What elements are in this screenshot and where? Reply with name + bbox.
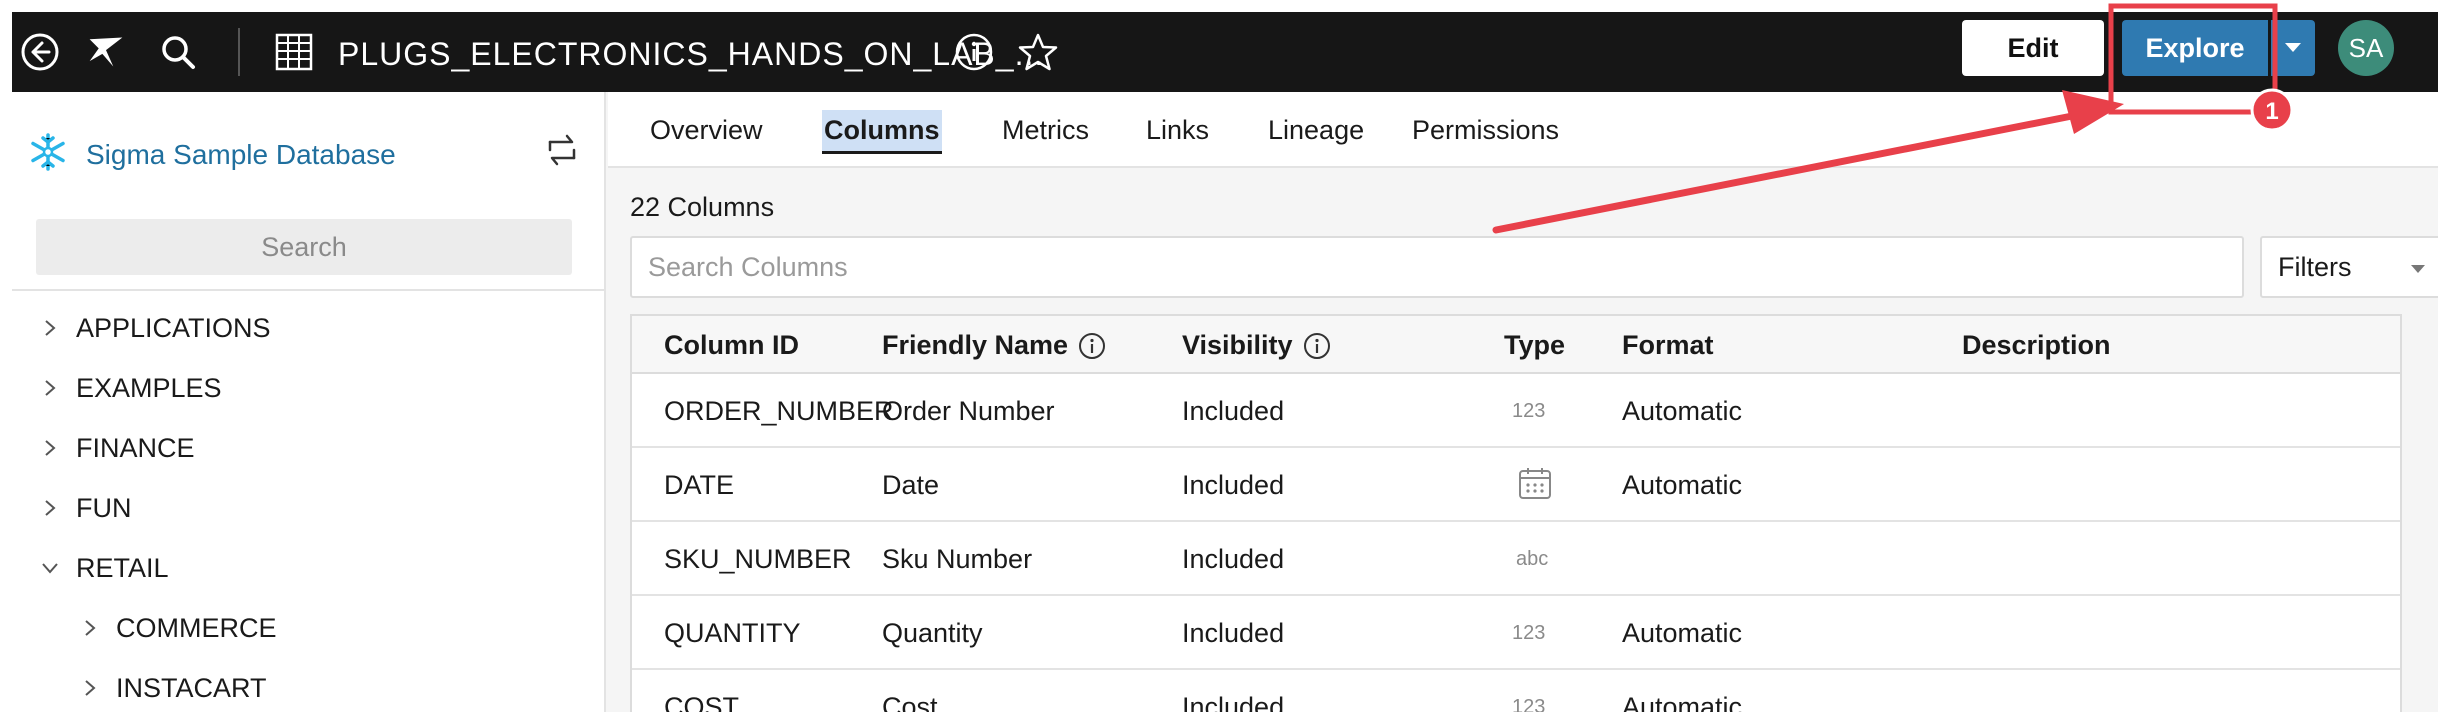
back-icon[interactable] [20, 32, 60, 72]
tree-item-retail[interactable]: RETAIL [40, 548, 169, 588]
chevron-right-icon[interactable] [80, 618, 100, 638]
tab-permissions[interactable]: Permissions [1412, 110, 1559, 154]
explore-dropdown-button[interactable] [2271, 20, 2315, 76]
type-number-icon: 123 [1512, 696, 1546, 712]
chevron-down-icon[interactable] [40, 558, 60, 578]
cell-friendly-name[interactable]: Quantity [882, 618, 983, 649]
type-number-icon: 123 [1512, 400, 1546, 422]
search-icon[interactable] [158, 32, 198, 72]
cell-visibility[interactable]: Included [1182, 396, 1284, 427]
favorite-star-icon[interactable] [1018, 32, 1058, 72]
tree-item-label: RETAIL [76, 552, 169, 583]
info-icon[interactable] [954, 32, 994, 72]
table-row[interactable]: ORDER_NUMBER Order Number Included 123 A… [632, 374, 2400, 448]
info-icon[interactable] [1303, 332, 1331, 360]
cell-format[interactable]: Automatic [1622, 618, 1742, 649]
header-description: Description [1962, 330, 2111, 360]
header-friendly-name: Friendly Name [882, 330, 1106, 361]
tree-item-label: APPLICATIONS [76, 312, 271, 343]
cell-friendly-name[interactable]: Sku Number [882, 544, 1032, 575]
chevron-right-icon[interactable] [40, 498, 60, 518]
cell-visibility[interactable]: Included [1182, 692, 1284, 712]
explore-button[interactable]: Explore [2122, 20, 2268, 76]
database-header: Sigma Sample Database [28, 132, 396, 177]
avatar[interactable]: SA [2338, 20, 2394, 76]
tree-item-label: FINANCE [76, 432, 195, 463]
tab-overview[interactable]: Overview [650, 110, 763, 154]
switch-connection-icon[interactable] [542, 130, 582, 170]
database-name[interactable]: Sigma Sample Database [86, 139, 396, 171]
tree-item-finance[interactable]: FINANCE [40, 428, 195, 468]
search-columns-input[interactable]: Search Columns [630, 236, 2244, 298]
tree-item-label: COMMERCE [116, 612, 277, 643]
tree-item-fun[interactable]: FUN [40, 488, 132, 528]
cell-friendly-name[interactable]: Order Number [882, 396, 1055, 427]
table-header-row: Column ID Friendly Name Visibility Type … [632, 316, 2400, 374]
document-title: PLUGS_ELECTRONICS_HANDS_ON_LAB_... [338, 36, 1045, 72]
main-panel: Overview Columns Metrics Links Lineage P… [608, 92, 2438, 712]
cell-format[interactable]: Automatic [1622, 396, 1742, 427]
cell-format[interactable]: Automatic [1622, 470, 1742, 501]
tab-columns[interactable]: Columns [822, 110, 942, 154]
column-count: 22 Columns [630, 192, 775, 222]
header-type: Type [1504, 330, 1566, 360]
cell-friendly-name[interactable]: Cost [882, 692, 938, 712]
cell-visibility[interactable]: Included [1182, 544, 1284, 575]
cell-visibility[interactable]: Included [1182, 618, 1284, 649]
filters-dropdown[interactable]: Filters [2260, 236, 2438, 298]
table-row[interactable]: DATE Date Included Automatic [632, 448, 2400, 522]
chevron-right-icon[interactable] [40, 318, 60, 338]
cell-visibility[interactable]: Included [1182, 470, 1284, 501]
filters-label: Filters [2278, 251, 2352, 282]
table-row[interactable]: COST Cost Included 123 Automatic [632, 670, 2400, 712]
chevron-right-icon[interactable] [40, 438, 60, 458]
cell-column-id: QUANTITY [664, 618, 801, 648]
tree-item-label: INSTACART [116, 672, 267, 703]
app-window: PLUGS_ELECTRONICS_HANDS_ON_LAB_... Edit … [12, 12, 2438, 712]
sidebar-divider [12, 289, 606, 291]
tab-metrics[interactable]: Metrics [1002, 110, 1089, 154]
caret-down-icon [2285, 43, 2301, 52]
table-row[interactable]: SKU_NUMBER Sku Number Included abc [632, 522, 2400, 596]
sigma-logo-icon[interactable] [86, 32, 126, 72]
top-bar: PLUGS_ELECTRONICS_HANDS_ON_LAB_... Edit … [12, 12, 2438, 92]
type-text-icon: abc [1516, 548, 1549, 570]
tab-bar: Overview Columns Metrics Links Lineage P… [608, 92, 2438, 168]
caret-down-icon [2411, 265, 2425, 273]
calendar-icon [1518, 466, 1552, 507]
tree-item-applications[interactable]: APPLICATIONS [40, 308, 271, 348]
tree-item-label: EXAMPLES [76, 372, 222, 403]
cell-column-id: SKU_NUMBER [664, 544, 852, 574]
header-visibility: Visibility [1182, 330, 1331, 361]
sidebar: Sigma Sample Database Search APPLICATION… [12, 92, 606, 712]
edit-button[interactable]: Edit [1962, 20, 2104, 76]
table-row[interactable]: QUANTITY Quantity Included 123 Automatic [632, 596, 2400, 670]
cell-column-id: COST [664, 692, 740, 712]
cell-column-id: DATE [664, 470, 735, 500]
type-number-icon: 123 [1512, 622, 1546, 644]
cell-format[interactable]: Automatic [1622, 692, 1742, 712]
tree-item-examples[interactable]: EXAMPLES [40, 368, 222, 408]
columns-table: Column ID Friendly Name Visibility Type … [630, 314, 2402, 712]
header-column-id: Column ID [664, 330, 799, 360]
info-icon[interactable] [1078, 332, 1106, 360]
tree-item-commerce[interactable]: COMMERCE [80, 608, 277, 648]
table-icon [274, 32, 314, 72]
chevron-right-icon[interactable] [80, 678, 100, 698]
cell-friendly-name[interactable]: Date [882, 470, 939, 501]
tab-links[interactable]: Links [1146, 110, 1209, 154]
toolbar-divider [238, 28, 240, 76]
tab-lineage[interactable]: Lineage [1268, 110, 1364, 154]
tree-item-instacart[interactable]: INSTACART [80, 668, 267, 708]
snowflake-icon [28, 132, 68, 177]
chevron-right-icon[interactable] [40, 378, 60, 398]
header-format: Format [1622, 330, 1714, 360]
sidebar-search-input[interactable]: Search [36, 219, 572, 275]
cell-column-id: ORDER_NUMBER [664, 396, 894, 426]
tree-item-label: FUN [76, 492, 132, 523]
